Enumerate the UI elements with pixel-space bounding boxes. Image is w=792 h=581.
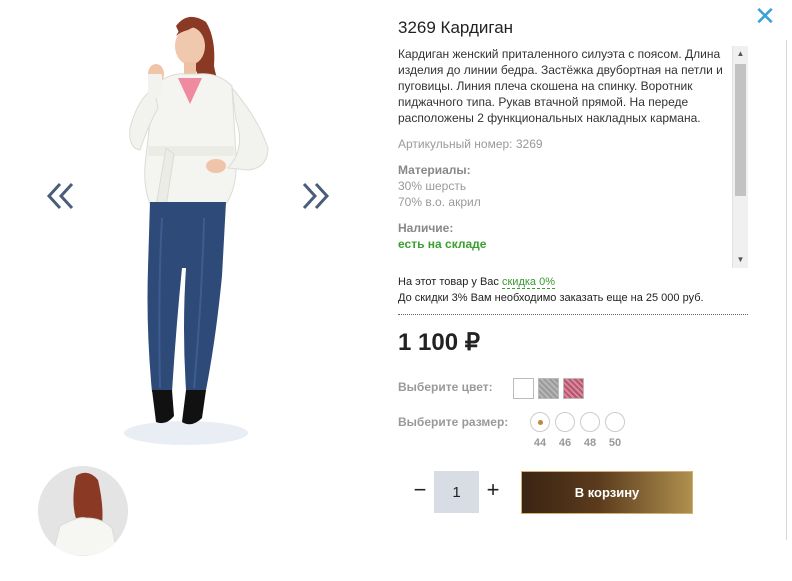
size-option-label: 50 [608, 437, 622, 449]
color-swatch-pink[interactable] [563, 378, 584, 399]
quantity-input[interactable] [434, 471, 479, 513]
divider [398, 314, 748, 315]
discount-threshold-text: До скидки 3% Вам необходимо заказать еще… [398, 292, 704, 304]
double-chevron-right-icon[interactable] [300, 178, 330, 214]
product-title: 3269 Кардиган [398, 18, 514, 37]
size-label: Выберите размер: [398, 415, 509, 429]
quantity-decrease-button[interactable]: − [409, 476, 431, 504]
color-swatch-gray[interactable] [538, 378, 559, 399]
product-main-image [118, 8, 288, 450]
quantity-increase-button[interactable]: + [482, 476, 504, 504]
size-option-label: 44 [533, 437, 547, 449]
size-radio-46[interactable] [555, 412, 575, 432]
scroll-thumb[interactable] [735, 64, 746, 196]
size-radio-50[interactable] [605, 412, 625, 432]
discount-link[interactable]: скидка 0% [501, 276, 555, 289]
color-swatch-white[interactable] [513, 378, 534, 399]
discount-info: На этот товар у Вас скидка 0% [398, 276, 555, 289]
scroll-up-icon[interactable]: ▲ [733, 46, 748, 62]
modal-edge [786, 40, 787, 540]
double-chevron-left-icon[interactable] [46, 178, 76, 214]
product-description: Кардиган женский приталенного силуэта с … [398, 47, 723, 125]
sku-text: Артикульный номер: 3269 [398, 137, 543, 151]
add-to-cart-button[interactable]: В корзину [521, 471, 693, 514]
size-option-label: 48 [583, 437, 597, 449]
color-label: Выберите цвет: [398, 380, 493, 394]
stock-value: есть на складе [398, 237, 487, 251]
size-radio-48[interactable] [580, 412, 600, 432]
size-radio-44[interactable] [530, 412, 550, 432]
scroll-down-icon[interactable]: ▼ [733, 252, 748, 268]
price-value: 1 100 [398, 329, 459, 356]
product-thumbnail[interactable] [38, 466, 128, 556]
description-scroll-area[interactable]: Кардиган женский приталенного силуэта с … [398, 46, 748, 268]
material-item: 30% шерсть [398, 179, 467, 193]
currency-sign: ₽ [464, 329, 481, 356]
stock-label: Наличие: [398, 221, 454, 235]
materials-label: Материалы: [398, 163, 471, 177]
size-option-label: 46 [558, 437, 572, 449]
close-icon[interactable]: ✕ [754, 4, 776, 30]
discount-prefix: На этот товар у Вас [398, 276, 502, 288]
price: 1 100 ₽ [398, 328, 480, 357]
material-item: 70% в.о. акрил [398, 195, 481, 209]
materials-section: Материалы: 30% шерсть 70% в.о. акрил [398, 162, 730, 210]
description-scrollbar[interactable]: ▲ ▼ [732, 46, 748, 268]
